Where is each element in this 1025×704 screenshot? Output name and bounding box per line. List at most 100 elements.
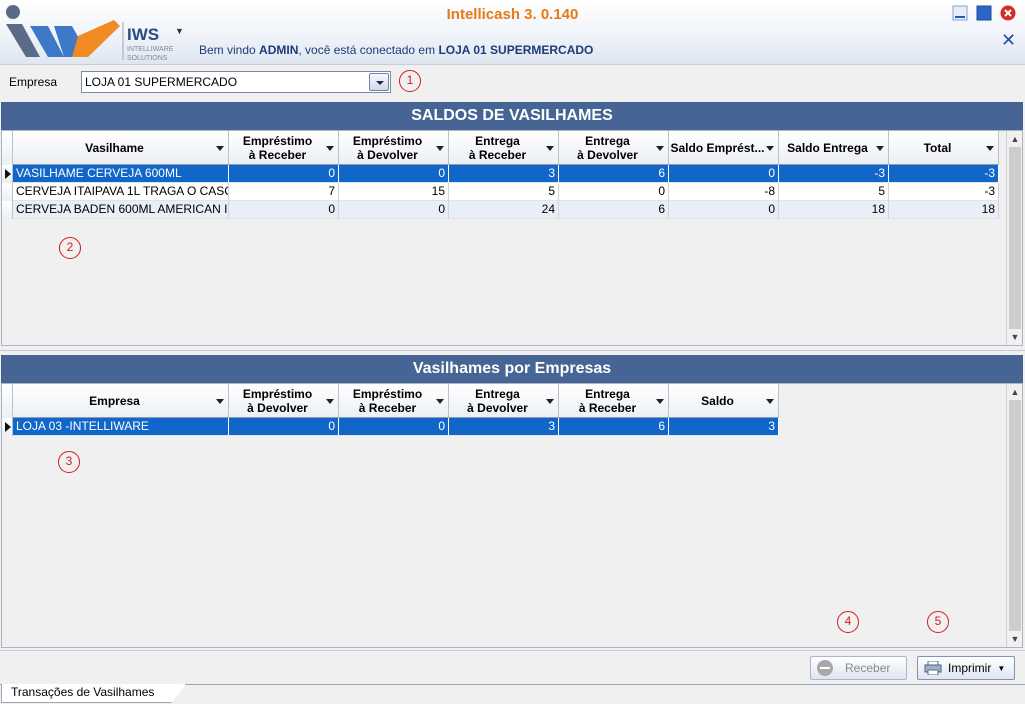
row-value-cell[interactable]: 0 — [229, 201, 339, 219]
column-header-label: Empréstimo à Receber — [352, 386, 423, 415]
row-value-cell[interactable]: 0 — [339, 201, 449, 219]
imprimir-button[interactable]: Imprimir ▼ — [917, 656, 1015, 680]
row-value-cell[interactable]: 24 — [449, 201, 559, 219]
imprimir-dropdown-icon[interactable]: ▼ — [997, 664, 1005, 673]
row-value-cell[interactable]: 0 — [669, 165, 779, 183]
column-header-0[interactable]: Vasilhame — [13, 131, 229, 165]
row-value-cell[interactable]: 3 — [449, 418, 559, 436]
scroll-down-icon[interactable]: ▼ — [1007, 329, 1023, 345]
row-indicator[interactable] — [2, 201, 13, 219]
column-header-label: Entrega à Receber — [578, 386, 637, 415]
column-header-label: Saldo Emprést... — [670, 140, 765, 155]
tab-transacoes-vasilhames[interactable]: Transações de Vasilhames — [1, 684, 186, 703]
scroll-up-icon[interactable]: ▲ — [1007, 131, 1023, 147]
column-filter-dropdown-icon[interactable] — [436, 399, 444, 404]
row-value-cell[interactable]: -3 — [889, 183, 999, 201]
chevron-down-icon[interactable] — [369, 73, 389, 91]
column-header-label: Entrega à Receber — [468, 133, 527, 162]
row-value-cell[interactable]: -8 — [669, 183, 779, 201]
column-header-label: Entrega à Devolver — [577, 133, 638, 162]
column-header-label: Saldo Entrega — [787, 140, 868, 155]
column-header-1[interactable]: Empréstimo à Devolver — [229, 384, 339, 418]
row-value-cell[interactable]: 0 — [669, 201, 779, 219]
row-indicator[interactable] — [2, 418, 13, 436]
vertical-scrollbar[interactable]: ▲ ▼ — [1006, 384, 1022, 647]
por-empresa-panel-title: Vasilhames por Empresas — [1, 355, 1023, 383]
column-filter-dropdown-icon[interactable] — [326, 146, 334, 151]
column-filter-dropdown-icon[interactable] — [326, 399, 334, 404]
row-name-cell[interactable]: VASILHAME CERVEJA 600ML — [13, 165, 229, 183]
column-filter-dropdown-icon[interactable] — [766, 399, 774, 404]
maximize-icon[interactable] — [976, 5, 992, 21]
svg-text:IWS: IWS — [127, 25, 159, 44]
column-header-1[interactable]: Empréstimo à Receber — [229, 131, 339, 165]
row-name-cell[interactable]: LOJA 03 -INTELLIWARE — [13, 418, 229, 436]
column-header-label: Saldo — [701, 393, 734, 408]
svg-text:SOLUTIONS: SOLUTIONS — [127, 55, 168, 62]
column-filter-dropdown-icon[interactable] — [766, 146, 774, 151]
column-filter-dropdown-icon[interactable] — [546, 399, 554, 404]
printer-icon — [924, 661, 942, 675]
row-value-cell[interactable]: 15 — [339, 183, 449, 201]
row-value-cell[interactable]: 0 — [339, 418, 449, 436]
app-title: Intellicash 3. 0.140 — [446, 6, 579, 23]
row-value-cell[interactable]: 0 — [559, 183, 669, 201]
column-header-4[interactable]: Entrega à Receber — [559, 384, 669, 418]
row-value-cell[interactable]: 0 — [229, 165, 339, 183]
receber-button[interactable]: Receber — [810, 656, 907, 680]
column-header-7[interactable]: Total — [889, 131, 999, 165]
row-value-cell[interactable]: 18 — [779, 201, 889, 219]
column-header-4[interactable]: Entrega à Devolver — [559, 131, 669, 165]
callout-marker-2: 2 — [59, 237, 81, 259]
row-name-cell[interactable]: CERVEJA ITAIPAVA 1L TRAGA O CASCO — [13, 183, 229, 201]
minimize-icon[interactable] — [952, 5, 968, 21]
row-indicator[interactable] — [2, 183, 13, 201]
column-header-2[interactable]: Empréstimo à Devolver — [339, 131, 449, 165]
row-value-cell[interactable]: 6 — [559, 165, 669, 183]
logo-menu-caret-icon[interactable]: ▼ — [175, 26, 184, 36]
scrollbar-thumb[interactable] — [1009, 400, 1021, 631]
column-filter-dropdown-icon[interactable] — [216, 146, 224, 151]
column-filter-dropdown-icon[interactable] — [656, 146, 664, 151]
scroll-down-icon[interactable]: ▼ — [1007, 631, 1023, 647]
column-header-5[interactable]: Saldo Emprést... — [669, 131, 779, 165]
empresa-filter: Empresa LOJA 01 SUPERMERCADO — [0, 66, 1025, 99]
close-window-icon[interactable] — [1000, 5, 1016, 21]
row-value-cell[interactable]: 6 — [559, 418, 669, 436]
column-filter-dropdown-icon[interactable] — [986, 146, 994, 151]
column-header-2[interactable]: Empréstimo à Receber — [339, 384, 449, 418]
column-header-3[interactable]: Entrega à Devolver — [449, 384, 559, 418]
row-value-cell[interactable]: -3 — [779, 165, 889, 183]
remove-icon — [817, 660, 833, 676]
row-value-cell[interactable]: 0 — [229, 418, 339, 436]
scroll-up-icon[interactable]: ▲ — [1007, 384, 1023, 400]
row-value-cell[interactable]: 18 — [889, 201, 999, 219]
row-value-cell[interactable]: 7 — [229, 183, 339, 201]
row-value-cell[interactable]: 6 — [559, 201, 669, 219]
column-filter-dropdown-icon[interactable] — [436, 146, 444, 151]
row-value-cell[interactable]: 5 — [449, 183, 559, 201]
row-indicator[interactable] — [2, 165, 13, 183]
row-value-cell[interactable]: 0 — [339, 165, 449, 183]
column-header-3[interactable]: Entrega à Receber — [449, 131, 559, 165]
empresa-select[interactable]: LOJA 01 SUPERMERCADO — [81, 71, 391, 93]
column-filter-dropdown-icon[interactable] — [216, 399, 224, 404]
row-name-cell[interactable]: CERVEJA BADEN 600ML AMERICAN IPA — [13, 201, 229, 219]
row-value-cell[interactable]: 3 — [669, 418, 779, 436]
row-value-cell[interactable]: -3 — [889, 165, 999, 183]
column-header-5[interactable]: Saldo — [669, 384, 779, 418]
close-tab-icon[interactable]: ✕ — [1001, 30, 1016, 51]
vertical-scrollbar[interactable]: ▲ ▼ — [1006, 131, 1022, 345]
column-header-6[interactable]: Saldo Entrega — [779, 131, 889, 165]
column-filter-dropdown-icon[interactable] — [876, 146, 884, 151]
row-value-cell[interactable]: 3 — [449, 165, 559, 183]
column-filter-dropdown-icon[interactable] — [546, 146, 554, 151]
scrollbar-thumb[interactable] — [1009, 147, 1021, 329]
row-indicator-header — [2, 131, 13, 165]
row-value-cell[interactable]: 5 — [779, 183, 889, 201]
column-header-0[interactable]: Empresa — [13, 384, 229, 418]
column-header-label: Total — [923, 140, 952, 155]
column-header-label: Empréstimo à Receber — [242, 133, 313, 162]
column-filter-dropdown-icon[interactable] — [656, 399, 664, 404]
welcome-middle: , você está conectado em — [298, 43, 439, 57]
